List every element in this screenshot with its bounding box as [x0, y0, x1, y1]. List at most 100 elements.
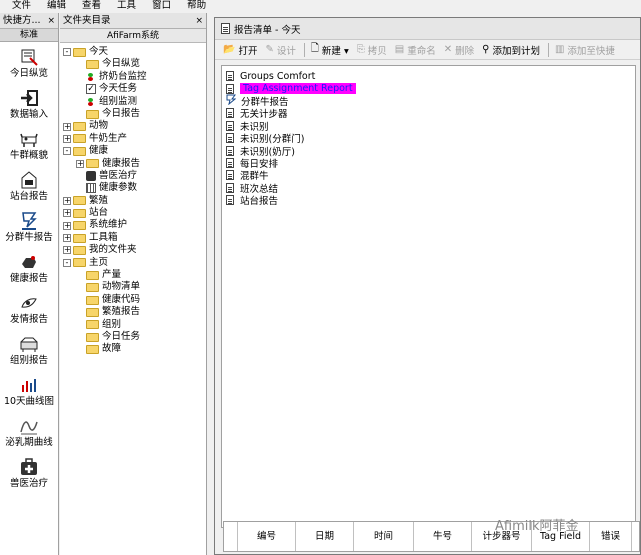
document-icon	[226, 71, 234, 82]
shortcut-item[interactable]: 兽医治疗	[0, 456, 58, 489]
shortcut-item[interactable]: 今日纵览	[0, 46, 58, 79]
report-list-item[interactable]: 班次总结	[222, 182, 635, 195]
close-icon[interactable]: ×	[195, 13, 203, 28]
shortcut-item[interactable]: 发情报告	[0, 292, 58, 325]
tree-node[interactable]: + 系统维护	[60, 219, 206, 231]
expand-icon[interactable]: +	[63, 122, 71, 131]
tree-node[interactable]: - 今天	[60, 46, 206, 58]
collapse-icon[interactable]: -	[63, 147, 71, 156]
expand-icon[interactable]: +	[63, 246, 71, 255]
tree-node[interactable]: 繁殖报告	[60, 306, 206, 318]
column-header[interactable]: 时间	[354, 522, 414, 551]
shortcut-item[interactable]: 健康报告	[0, 251, 58, 284]
report-list-item[interactable]: 无关计步器	[222, 107, 635, 120]
tree-node-label: 今日纵览	[102, 58, 141, 70]
folder-icon	[86, 345, 99, 355]
tree-node[interactable]: + 工具箱	[60, 232, 206, 244]
tree-node-label: 健康报告	[102, 157, 141, 169]
tree-node[interactable]: + 站台	[60, 207, 206, 219]
new-button[interactable]: 🗋 新建 ▾	[311, 41, 349, 58]
collapse-icon[interactable]: -	[63, 258, 71, 267]
menu-item[interactable]: 帮助	[187, 0, 206, 12]
tree-node[interactable]: 挤奶台监控	[60, 71, 206, 83]
shortcut-item[interactable]: 10天曲线图	[0, 374, 58, 407]
standard-group-header[interactable]: 标准	[0, 29, 58, 42]
collapse-icon[interactable]: -	[63, 48, 71, 57]
shortcut-item[interactable]: 站台报告	[0, 169, 58, 202]
menu-item[interactable]: 文件	[12, 0, 31, 12]
copy-button[interactable]: ⎘ 拷贝	[357, 43, 387, 57]
column-header[interactable]: 日期	[296, 522, 354, 551]
expand-icon[interactable]: +	[63, 234, 71, 243]
tree-node[interactable]: 组别	[60, 319, 206, 331]
shortcut-panel-title: 快捷方... ×	[0, 13, 58, 29]
shortcut-item[interactable]: 数据输入	[0, 87, 58, 120]
report-list-item[interactable]: Tag Assignment Report	[222, 82, 635, 95]
expand-icon[interactable]: +	[63, 196, 71, 205]
report-list-item[interactable]: 站台报告	[222, 194, 635, 207]
folder-icon	[86, 60, 99, 70]
tree-node[interactable]: 今日报告	[60, 108, 206, 120]
tree-node-label: 牛奶生产	[89, 132, 128, 144]
menu-item[interactable]: 窗口	[152, 0, 171, 12]
expand-icon[interactable]: +	[63, 134, 71, 143]
rename-button[interactable]: ▤ 重命名	[395, 43, 436, 57]
report-list-item[interactable]: 未识别	[222, 120, 635, 133]
column-header[interactable]: 错误	[590, 522, 632, 551]
toolbar-separator	[303, 42, 305, 57]
report-list-item[interactable]: 每日安排	[222, 157, 635, 170]
add-to-schedule-button[interactable]: ⚲ 添加到计划	[482, 43, 540, 57]
tree-root-header[interactable]: AfiFarm系统	[60, 29, 206, 43]
menu-item[interactable]: 编辑	[47, 0, 66, 12]
tree-node[interactable]: + 健康报告	[60, 158, 206, 170]
curve-chart-icon	[18, 374, 40, 396]
tree-node[interactable]: 故障	[60, 343, 206, 355]
tree-node-label: 今日报告	[102, 107, 141, 119]
folder-icon	[73, 208, 86, 218]
report-list-item[interactable]: 混群牛	[222, 169, 635, 182]
report-list-item[interactable]: 未识别(分群门)	[222, 132, 635, 145]
tree-node[interactable]: 组别监测	[60, 96, 206, 108]
close-icon[interactable]: ×	[47, 13, 55, 28]
tree-node[interactable]: + 我的文件夹	[60, 244, 206, 256]
checkbox-icon: ✓	[86, 84, 96, 95]
column-header[interactable]: 牛号	[414, 522, 472, 551]
shortcut-item[interactable]: 组别报告	[0, 333, 58, 366]
tree-node[interactable]: 健康代码	[60, 294, 206, 306]
folder-icon	[73, 122, 86, 132]
tree-node-label: 健康参数	[99, 182, 138, 194]
tree-node[interactable]: + 牛奶生产	[60, 133, 206, 145]
expand-icon[interactable]: +	[63, 209, 71, 218]
report-list-item[interactable]: 分群牛报告	[222, 94, 635, 108]
folder-icon	[73, 233, 86, 243]
tree-node[interactable]: 今日任务	[60, 331, 206, 343]
expand-icon[interactable]: +	[76, 159, 84, 168]
menu-item[interactable]: 查看	[82, 0, 101, 12]
add-to-schedule-icon: ⚲	[482, 44, 490, 55]
tree-node[interactable]: 产量	[60, 269, 206, 281]
open-button[interactable]: 📂 打开	[223, 43, 257, 57]
tree-node[interactable]: 健康参数	[60, 182, 206, 194]
tree-node[interactable]: - 健康	[60, 145, 206, 157]
tree-node-label: 繁殖	[89, 194, 109, 206]
shortcut-item[interactable]: 泌乳期曲线	[0, 415, 58, 448]
report-list-item[interactable]: 未识别(奶厅)	[222, 144, 635, 158]
column-header[interactable]: 编号	[238, 522, 296, 551]
watermark: Afimilk阿菲金	[495, 519, 579, 534]
tree-node[interactable]: - 主页	[60, 257, 206, 269]
menu-item[interactable]: 工具	[117, 0, 136, 12]
tree-node[interactable]: 兽医治疗	[60, 170, 206, 182]
report-list-item[interactable]: Groups Comfort	[222, 70, 635, 82]
tree-node[interactable]: ✓ 今天任务	[60, 83, 206, 95]
delete-button[interactable]: ✕ 删除	[444, 43, 474, 57]
design-button[interactable]: ✎ 设计	[265, 43, 295, 57]
shortcut-item[interactable]: 牛群概貌	[0, 128, 58, 161]
shortcut-item[interactable]: 分群牛报告	[0, 210, 58, 243]
tree-node[interactable]: + 繁殖	[60, 195, 206, 207]
tree-node[interactable]: + 动物	[60, 120, 206, 132]
folder-icon	[86, 332, 99, 342]
add-to-shortcut-button[interactable]: ▥ 添加至快捷	[555, 43, 615, 57]
tree-node[interactable]: 今日纵览	[60, 58, 206, 70]
tree-node[interactable]: 动物清单	[60, 281, 206, 293]
expand-icon[interactable]: +	[63, 221, 71, 230]
